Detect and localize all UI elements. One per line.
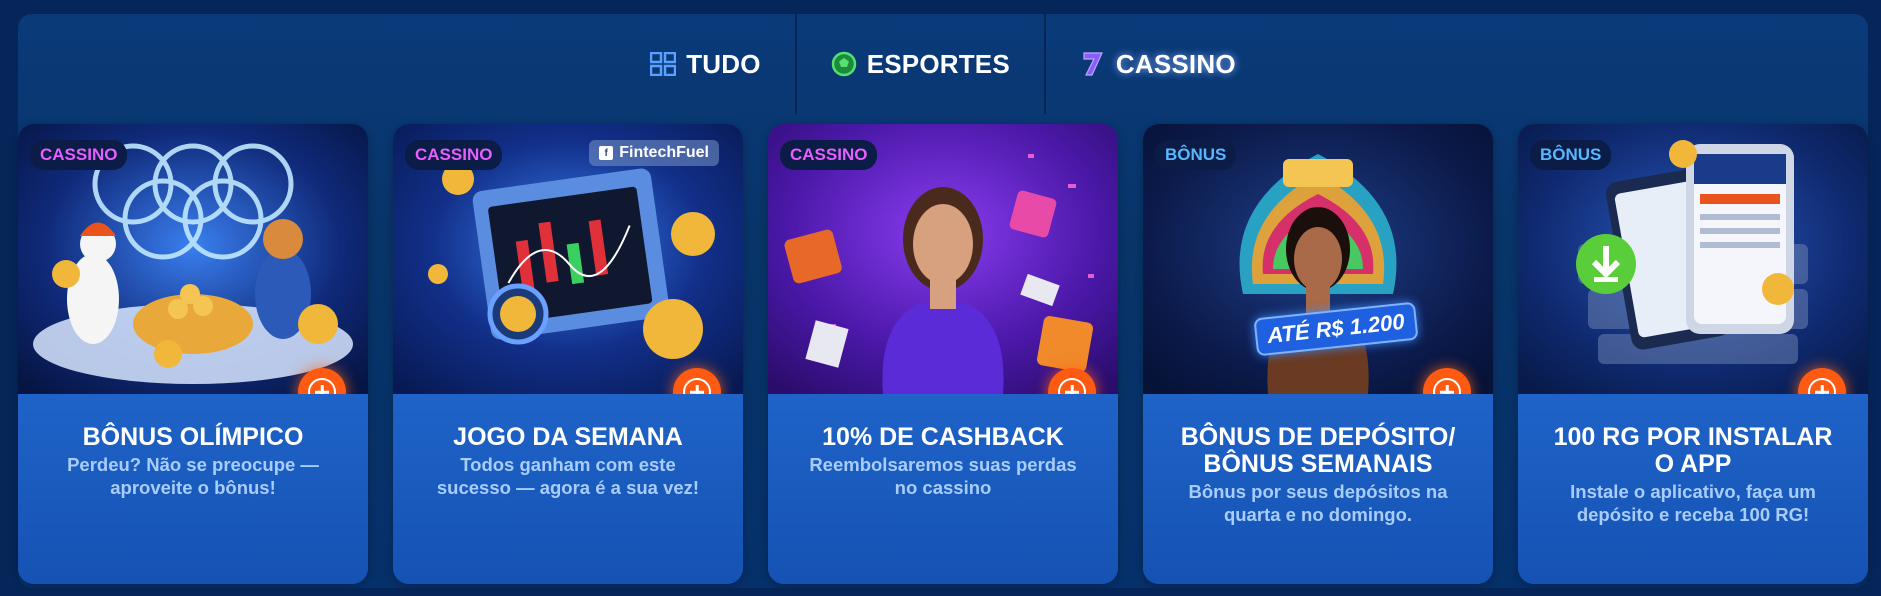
card-description: Perdeu? Não se preocupe — aproveite o bô… bbox=[67, 454, 319, 498]
promo-card[interactable]: CASSINO 10% DE CASHBACK Reembolsaremos s… bbox=[768, 124, 1118, 584]
card-title: JOGO DA SEMANA bbox=[453, 423, 683, 451]
card-description: Todos ganham com este sucesso — agora é … bbox=[436, 454, 700, 498]
sponsor-badge: f FintechFuel bbox=[589, 140, 719, 166]
promo-card[interactable]: BÔNUS ATÉ R$ 1.200 BÔNUS DE DEPÓSITO/ BÔ… bbox=[1143, 124, 1493, 584]
card-body: 10% DE CASHBACK Reembolsaremos suas perd… bbox=[768, 394, 1118, 584]
promotions-panel: TUDO ESPORTES CASSINO CASSINO BÔNUS OLÍM… bbox=[18, 14, 1868, 588]
tab-label: TUDO bbox=[686, 48, 761, 79]
promo-card[interactable]: CASSINO f FintechFuel JOGO DA SEMANA Tod… bbox=[393, 124, 743, 584]
category-tabs: TUDO ESPORTES CASSINO bbox=[18, 14, 1868, 114]
card-description: Instale o aplicativo, faça um depósito e… bbox=[1570, 481, 1816, 525]
promo-card[interactable]: BÔNUS 100 RG POR INSTALAR O APP Instale … bbox=[1518, 124, 1868, 584]
category-badge: CASSINO bbox=[405, 140, 503, 170]
category-badge: CASSINO bbox=[30, 140, 128, 170]
card-title: BÔNUS OLÍMPICO bbox=[82, 423, 304, 451]
card-title: BÔNUS DE DEPÓSITO/ BÔNUS SEMANAIS bbox=[1180, 423, 1456, 478]
tab-tudo[interactable]: TUDO bbox=[616, 14, 794, 114]
category-badge: CASSINO bbox=[780, 140, 878, 170]
card-body: JOGO DA SEMANA Todos ganham com este suc… bbox=[393, 394, 743, 584]
card-body: 100 RG POR INSTALAR O APP Instale o apli… bbox=[1518, 394, 1868, 584]
tab-esportes[interactable]: ESPORTES bbox=[797, 14, 1044, 114]
card-description: Reembolsaremos suas perdas no cassino bbox=[809, 454, 1077, 498]
promo-cards: CASSINO BÔNUS OLÍMPICO Perdeu? Não se pr… bbox=[18, 124, 1868, 584]
tab-cassino[interactable]: CASSINO bbox=[1046, 14, 1270, 114]
fintechfuel-logo-icon: f bbox=[599, 146, 614, 160]
promo-card[interactable]: CASSINO BÔNUS OLÍMPICO Perdeu? Não se pr… bbox=[18, 124, 368, 584]
seven-icon bbox=[1080, 51, 1106, 77]
category-badge: BÔNUS bbox=[1530, 140, 1612, 170]
card-body: BÔNUS DE DEPÓSITO/ BÔNUS SEMANAIS Bônus … bbox=[1143, 394, 1493, 584]
card-title: 100 RG POR INSTALAR O APP bbox=[1553, 423, 1833, 478]
card-description: Bônus por seus depósitos na quarta e no … bbox=[1188, 481, 1448, 525]
tab-label: ESPORTES bbox=[866, 48, 1010, 79]
sponsor-name: FintechFuel bbox=[619, 144, 709, 161]
category-badge: BÔNUS bbox=[1155, 140, 1237, 170]
card-body: BÔNUS OLÍMPICO Perdeu? Não se preocupe —… bbox=[18, 394, 368, 584]
card-title: 10% DE CASHBACK bbox=[822, 423, 1064, 451]
tab-label: CASSINO bbox=[1115, 48, 1236, 79]
soccer-ball-icon bbox=[831, 51, 857, 77]
grid-icon bbox=[650, 51, 677, 77]
